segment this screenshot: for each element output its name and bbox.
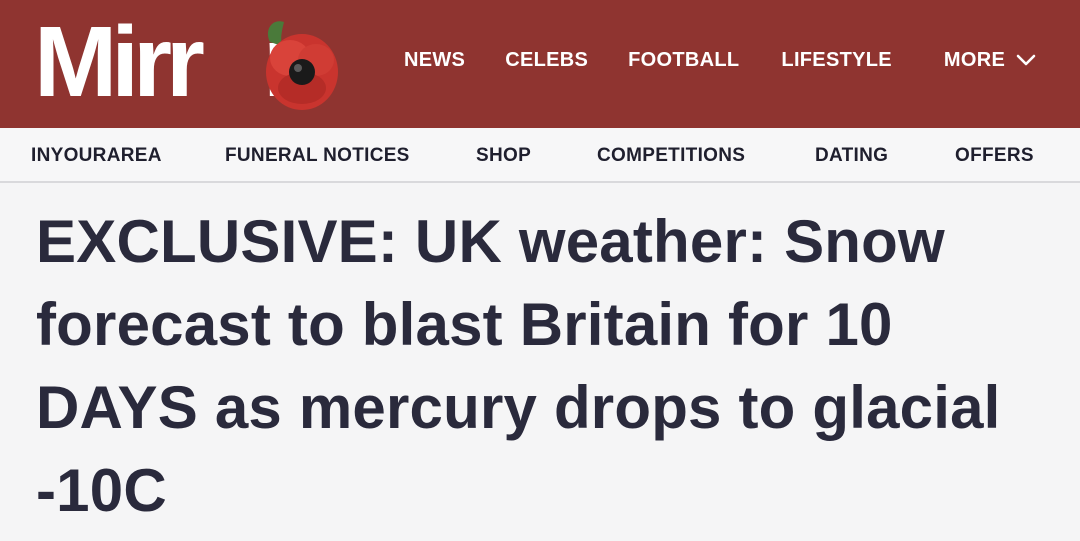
subnav-inyourarea[interactable]: INYOURAREA [31,145,162,167]
nav-more-button[interactable]: MORE [944,49,1037,72]
logo-text-start: Mirr [34,6,205,118]
site-header: Mirrr NEWS CELEBS FOOTBALL LIFESTYLE MOR… [0,0,1080,128]
subnav-shop[interactable]: SHOP [476,145,531,167]
nav-football[interactable]: FOOTBALL [628,49,739,72]
nav-lifestyle[interactable]: LIFESTYLE [781,49,891,72]
article-headline: EXCLUSIVE: UK weather: Snow forecast to … [36,208,1001,524]
poppy-icon [266,21,338,110]
nav-news[interactable]: NEWS [404,49,465,72]
subnav-offers[interactable]: OFFERS [955,145,1034,167]
subnav-dating[interactable]: DATING [815,145,888,167]
nav-celebs[interactable]: CELEBS [505,49,588,72]
subnav-competitions[interactable]: COMPETITIONS [597,145,745,167]
main-nav: NEWS CELEBS FOOTBALL LIFESTYLE MORE [404,44,1037,76]
mirror-logo[interactable]: Mirrr [34,12,354,112]
nav-more-label: MORE [943,48,1006,71]
subnav-funeral-notices[interactable]: FUNERAL NOTICES [225,145,410,167]
chevron-down-icon [1016,54,1036,66]
secondary-nav: INYOURAREA FUNERAL NOTICES SHOP COMPETIT… [0,128,1080,183]
logo-wordmark: Mirrr [34,12,302,112]
